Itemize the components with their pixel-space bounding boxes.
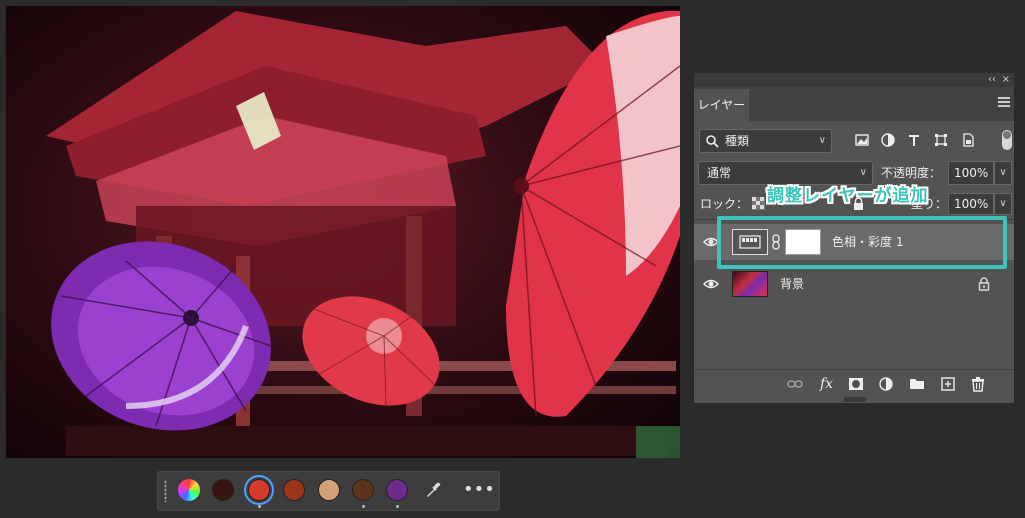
document-canvas[interactable] bbox=[6, 6, 680, 458]
swatch-indicator bbox=[396, 505, 399, 508]
filter-pixel-icon[interactable] bbox=[855, 133, 869, 147]
filter-type-icon[interactable] bbox=[907, 133, 921, 147]
delete-layer-icon[interactable] bbox=[970, 376, 986, 392]
new-adjustment-layer-icon[interactable] bbox=[878, 376, 894, 392]
swatch-indicator bbox=[258, 505, 261, 508]
swatch-dark-brown[interactable] bbox=[212, 479, 234, 501]
swatch-purple[interactable] bbox=[386, 479, 408, 501]
new-layer-icon[interactable] bbox=[940, 376, 956, 392]
color-wheel-icon[interactable] bbox=[178, 479, 200, 501]
opacity-dropdown-button[interactable]: ∨ bbox=[994, 161, 1012, 185]
opacity-input[interactable]: 100% bbox=[948, 161, 994, 185]
swatch-rust[interactable] bbox=[283, 479, 305, 501]
lock-transparent-icon[interactable] bbox=[752, 197, 765, 210]
panel-footer: fx bbox=[694, 369, 1014, 398]
more-options-button[interactable]: ••• bbox=[463, 478, 495, 502]
eyedropper-icon[interactable] bbox=[424, 481, 442, 499]
swatch-brown[interactable] bbox=[352, 479, 374, 501]
swatch-indicator bbox=[362, 505, 365, 508]
fill-input[interactable]: 100% bbox=[948, 193, 994, 215]
background-thumbnail bbox=[732, 271, 768, 297]
close-panel-icon[interactable]: × bbox=[1002, 73, 1010, 87]
filter-adjustment-icon[interactable] bbox=[881, 133, 895, 147]
lock-icon[interactable] bbox=[978, 277, 990, 291]
add-mask-icon[interactable] bbox=[848, 376, 864, 392]
panel-tab-row: レイヤー bbox=[694, 87, 1014, 121]
annotation-label: 調整レイヤーが追加 bbox=[767, 186, 929, 206]
link-layers-icon[interactable] bbox=[787, 376, 803, 392]
lock-label: ロック： bbox=[700, 197, 749, 211]
filter-smartobject-icon[interactable] bbox=[961, 133, 975, 147]
layer-filter-dropdown[interactable]: 種類 ∨ bbox=[699, 129, 832, 153]
add-layer-style-button[interactable]: fx bbox=[820, 376, 836, 392]
layer-name: 背景 bbox=[780, 277, 805, 291]
layer-row-background[interactable]: 背景 bbox=[694, 266, 1014, 302]
color-swatch-bar: ••• bbox=[157, 471, 500, 511]
filter-toggle-switch[interactable] bbox=[1002, 130, 1012, 150]
blend-mode-label: 通常 bbox=[707, 166, 732, 180]
filter-type-label: 種類 bbox=[725, 134, 750, 148]
search-icon bbox=[706, 135, 719, 148]
new-group-folder-icon[interactable] bbox=[909, 376, 925, 392]
photo-temple-umbrellas bbox=[46, 10, 680, 458]
swatch-tan[interactable] bbox=[318, 479, 340, 501]
swatch-red[interactable] bbox=[248, 479, 270, 501]
filter-shape-icon[interactable] bbox=[934, 133, 948, 147]
panel-menu-icon[interactable] bbox=[998, 97, 1010, 107]
panel-titlebar: ‹‹ × bbox=[694, 73, 1014, 87]
panel-resize-handle[interactable] bbox=[844, 397, 866, 402]
tab-layers[interactable]: レイヤー bbox=[694, 89, 749, 121]
visibility-eye-icon[interactable] bbox=[703, 277, 719, 291]
drag-grip-icon[interactable] bbox=[164, 480, 167, 502]
fill-dropdown-button[interactable]: ∨ bbox=[994, 193, 1012, 215]
collapse-panel-icon[interactable]: ‹‹ bbox=[988, 73, 996, 87]
annotation-highlight-box bbox=[717, 216, 1007, 269]
chevron-down-icon: ∨ bbox=[818, 135, 826, 146]
